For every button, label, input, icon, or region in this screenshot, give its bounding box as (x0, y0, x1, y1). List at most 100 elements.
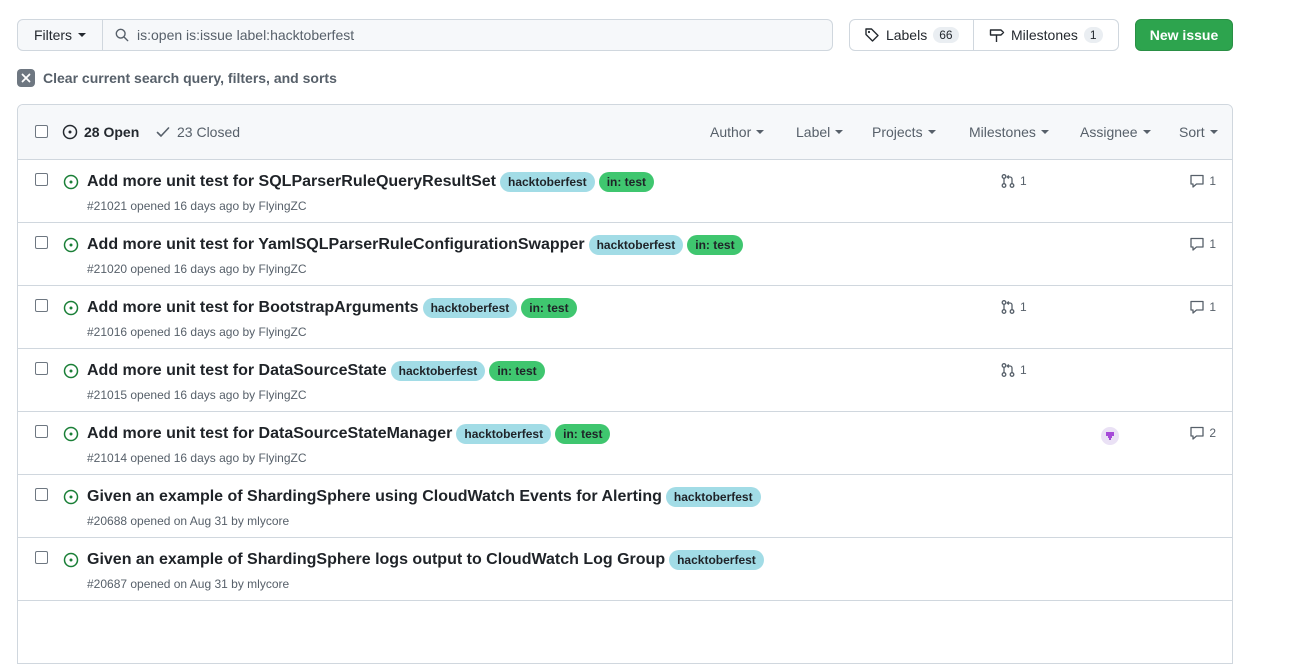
labels-link[interactable]: Labels 66 (850, 20, 974, 50)
issue-author-link[interactable]: FlyingZC (259, 325, 307, 339)
comment-count: 1 (1209, 300, 1216, 314)
issue-opened-icon (63, 300, 79, 316)
issue-row[interactable]: Add more unit test for DataSourceStateMa… (18, 412, 1232, 475)
label-in-test[interactable]: in: test (521, 298, 577, 318)
issue-title-link[interactable]: Add more unit test for SQLParserRuleQuer… (87, 173, 496, 191)
milestones-link[interactable]: Milestones 1 (974, 20, 1118, 50)
issue-meta: #21016 opened 16 days ago by FlyingZC (87, 325, 307, 339)
comment-count: 1 (1209, 174, 1216, 188)
caret-down-icon (1040, 130, 1049, 134)
issue-author-link[interactable]: mlycore (247, 514, 289, 528)
label-hacktoberfest[interactable]: hacktoberfest (390, 361, 486, 381)
comment-icon (1189, 299, 1205, 315)
issue-checkbox[interactable] (35, 551, 48, 564)
issue-meta: #20688 opened on Aug 31 by mlycore (87, 514, 289, 528)
sort-dropdown[interactable]: Sort (1179, 105, 1218, 159)
issue-title-link[interactable]: Add more unit test for DataSourceState (87, 362, 387, 380)
sort-filters: Author Label Projects Milestones Assigne… (18, 105, 1232, 159)
issue-checkbox[interactable] (35, 299, 48, 312)
issue-author-link[interactable]: FlyingZC (259, 199, 307, 213)
issue-row[interactable]: Add more unit test for YamlSQLParserRule… (18, 223, 1232, 286)
issue-row[interactable]: Add more unit test for SQLParserRuleQuer… (18, 160, 1232, 223)
label-in-test[interactable]: in: test (687, 235, 743, 255)
issue-title-line: Add more unit test for BootstrapArgument… (87, 298, 577, 318)
label-in-test[interactable]: in: test (489, 361, 545, 381)
issue-checkbox[interactable] (35, 173, 48, 186)
linked-pull-requests[interactable]: 1 (1000, 299, 1027, 315)
comments-link[interactable]: 2 (1189, 425, 1216, 441)
issue-meta: #21015 opened 16 days ago by FlyingZC (87, 388, 307, 402)
milestones-label: Milestones (1010, 27, 1078, 43)
issue-title-line: Add more unit test for DataSourceState ha… (87, 361, 545, 381)
label-hacktoberfest[interactable]: hacktoberfest (499, 172, 595, 192)
label-hacktoberfest[interactable]: hacktoberfest (456, 424, 552, 444)
search-icon (115, 28, 129, 42)
filters-label: Filters (33, 27, 73, 43)
label-hacktoberfest[interactable]: hacktoberfest (665, 487, 761, 507)
label-in-test[interactable]: in: test (555, 424, 611, 444)
issue-title-line: Add more unit test for YamlSQLParserRule… (87, 235, 743, 255)
caret-down-icon (756, 130, 765, 134)
comments-link[interactable]: 1 (1189, 236, 1216, 252)
comment-icon (1189, 236, 1205, 252)
linked-pr-count: 1 (1020, 363, 1027, 377)
clear-query-link[interactable]: Clear current search query, filters, and… (17, 69, 337, 87)
comments-link[interactable]: 1 (1189, 173, 1216, 189)
git-pull-request-icon (1000, 173, 1016, 189)
linked-pr-count: 1 (1020, 174, 1027, 188)
label-hacktoberfest[interactable]: hacktoberfest (422, 298, 518, 318)
issue-opened-text: #21015 opened 16 days ago by (87, 388, 256, 402)
issue-title-link[interactable]: Given an example of ShardingSphere logs … (87, 551, 665, 569)
author-filter[interactable]: Author (710, 105, 765, 159)
issues-toolbar: Filters Labels 66 Milestones 1 New issue (17, 19, 1233, 51)
issue-checkbox[interactable] (35, 236, 48, 249)
linked-pull-requests[interactable]: 1 (1000, 362, 1027, 378)
issue-checkbox[interactable] (35, 488, 48, 501)
label-in-test[interactable]: in: test (598, 172, 655, 192)
assignee-filter[interactable]: Assignee (1080, 105, 1151, 159)
filters-button[interactable]: Filters (17, 19, 103, 51)
label-hacktoberfest[interactable]: hacktoberfest (588, 235, 684, 255)
issue-row[interactable]: Add more unit test for DataSourceState ha… (18, 349, 1232, 412)
issue-title-link[interactable]: Given an example of ShardingSphere using… (87, 488, 662, 506)
caret-down-icon (78, 33, 87, 37)
labels-milestones-nav: Labels 66 Milestones 1 (849, 19, 1119, 51)
new-issue-button[interactable]: New issue (1135, 19, 1233, 51)
comments-link[interactable]: 1 (1189, 299, 1216, 315)
issue-author-link[interactable]: FlyingZC (259, 388, 307, 402)
issue-checkbox[interactable] (35, 362, 48, 375)
comment-count: 1 (1209, 237, 1216, 251)
search-input[interactable] (137, 27, 797, 43)
issues-list: 28 Open 23 Closed Author Label Projects … (17, 104, 1233, 664)
tag-icon (864, 27, 880, 43)
git-pull-request-icon (1000, 299, 1016, 315)
git-pull-request-icon (1000, 362, 1016, 378)
sort-label: Sort (1179, 124, 1205, 140)
issue-author-link[interactable]: mlycore (247, 577, 289, 591)
caret-down-icon (835, 130, 844, 134)
issue-row[interactable]: Given an example of ShardingSphere logs … (18, 538, 1232, 601)
linked-pr-count: 1 (1020, 300, 1027, 314)
issue-row[interactable]: Add more unit test for BootstrapArgument… (18, 286, 1232, 349)
issue-title-link[interactable]: Add more unit test for YamlSQLParserRule… (87, 236, 585, 254)
issue-author-link[interactable]: FlyingZC (259, 262, 307, 276)
caret-down-icon (1142, 130, 1151, 134)
assignee-avatar[interactable] (1101, 427, 1119, 445)
projects-filter[interactable]: Projects (872, 105, 936, 159)
issue-row[interactable]: Given an example of ShardingSphere using… (18, 475, 1232, 538)
issue-opened-text: #20688 opened on Aug 31 by (87, 514, 244, 528)
comment-count: 2 (1209, 426, 1216, 440)
issue-opened-text: #21021 opened 16 days ago by (87, 199, 256, 213)
linked-pull-requests[interactable]: 1 (1000, 173, 1027, 189)
label-hacktoberfest[interactable]: hacktoberfest (669, 550, 764, 570)
milestones-filter[interactable]: Milestones (969, 105, 1049, 159)
issue-title-link[interactable]: Add more unit test for DataSourceStateMa… (87, 425, 452, 443)
issue-title-link[interactable]: Add more unit test for BootstrapArgument… (87, 299, 419, 317)
issue-checkbox[interactable] (35, 425, 48, 438)
issue-opened-icon (63, 552, 79, 568)
issue-title-line: Given an example of ShardingSphere using… (87, 487, 761, 507)
caret-down-icon (1209, 130, 1218, 134)
label-filter[interactable]: Label (796, 105, 844, 159)
issue-author-link[interactable]: FlyingZC (259, 451, 307, 465)
issue-meta: #20687 opened on Aug 31 by mlycore (87, 577, 289, 591)
